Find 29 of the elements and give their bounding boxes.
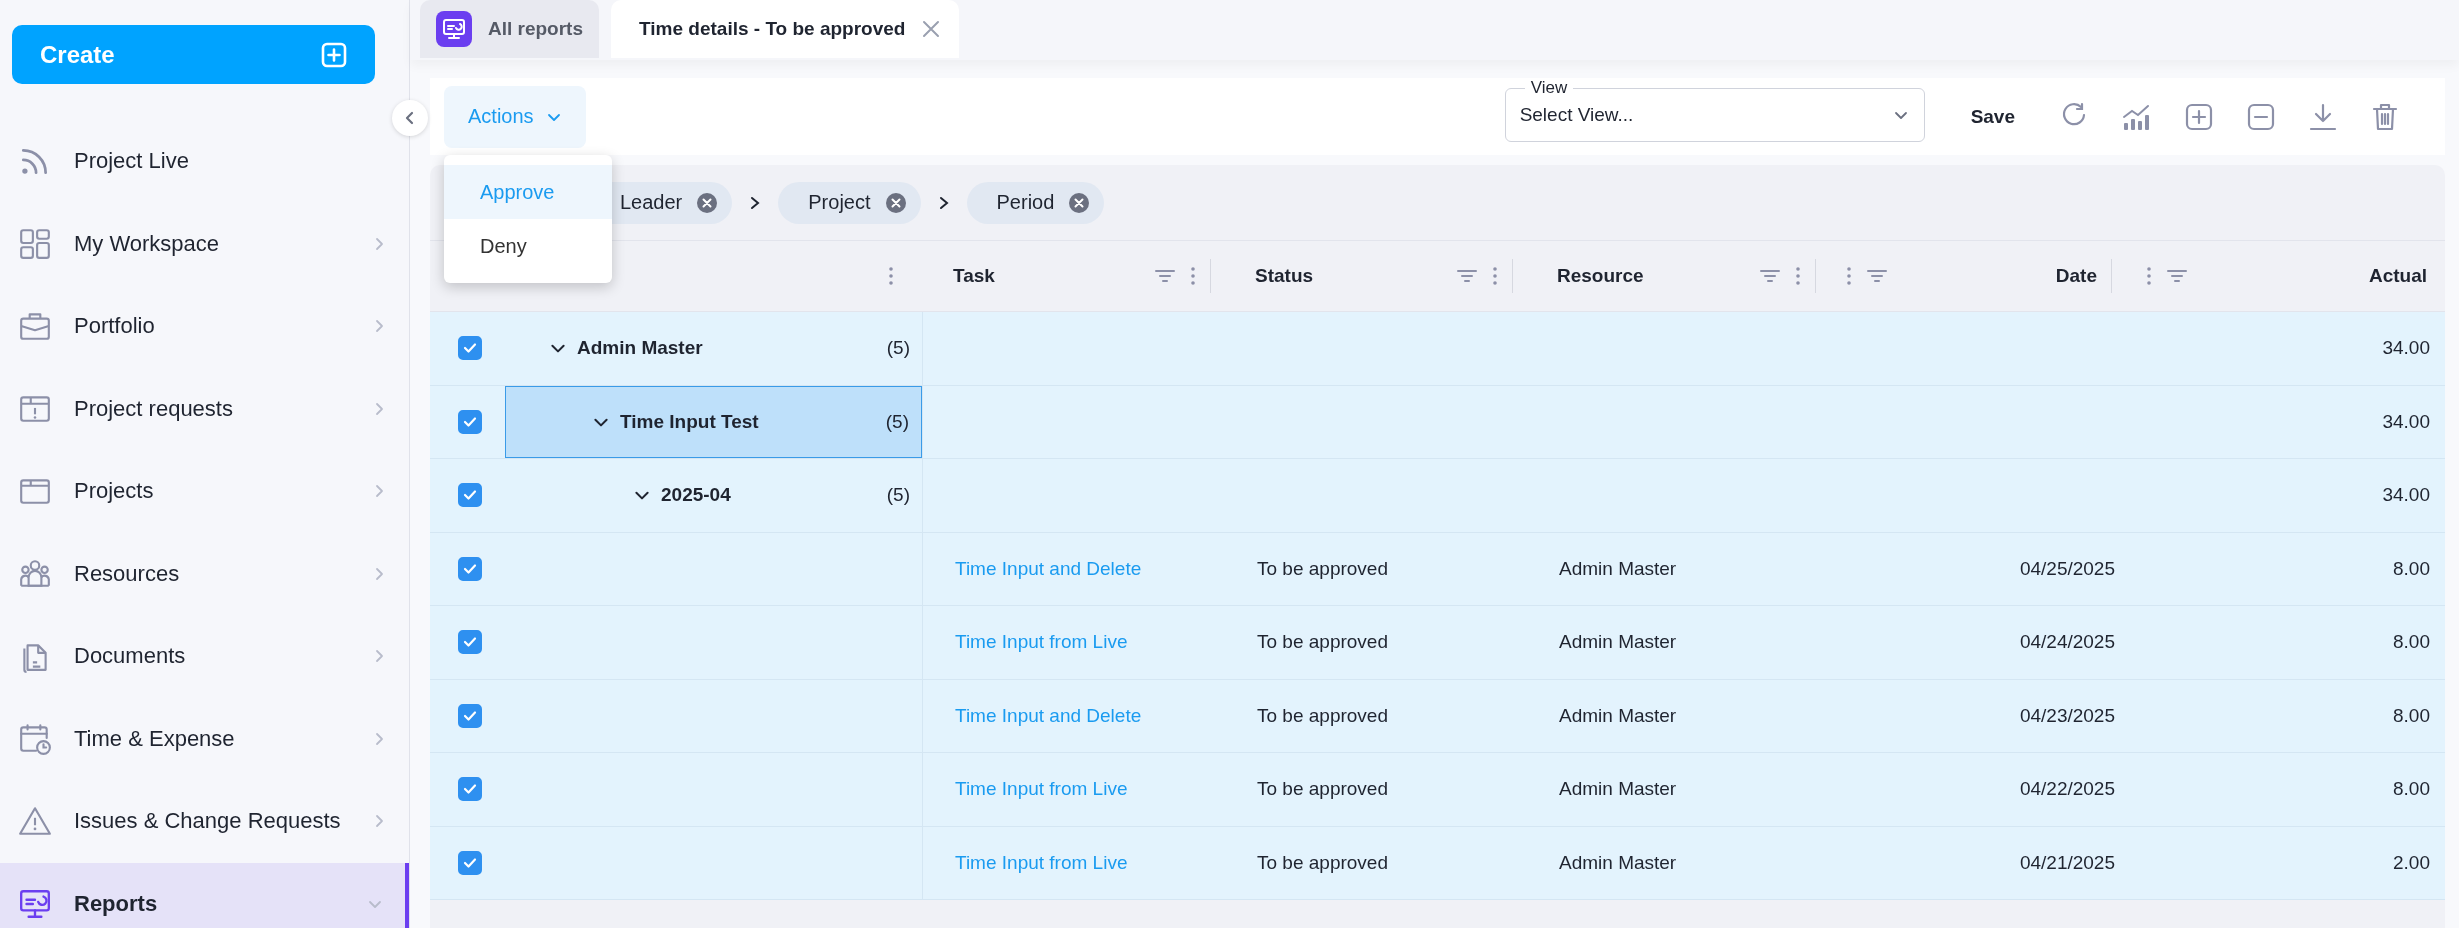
table-cell: 8.00 bbox=[2393, 778, 2430, 801]
table-cell: To be approved bbox=[1257, 557, 1388, 580]
table-cell: 04/21/2025 bbox=[2019, 851, 2115, 874]
table-cell: 04/25/2025 bbox=[2019, 557, 2115, 580]
table-cell: 8.00 bbox=[2393, 557, 2430, 580]
table-cell: To be approved bbox=[1257, 704, 1388, 727]
table-cell: Admin Master bbox=[1559, 778, 1677, 801]
table-cell: Admin Master bbox=[1559, 557, 1677, 580]
group-label: Time Input Test bbox=[620, 410, 760, 433]
table-cell: 34.00 bbox=[2382, 337, 2430, 360]
table-cell: To be approved bbox=[1257, 631, 1388, 654]
table-cell: 34.00 bbox=[2382, 410, 2430, 433]
table-cell: To be approved bbox=[1257, 851, 1388, 874]
table-cell: 34.00 bbox=[2382, 484, 2430, 507]
group-count: (5) bbox=[886, 484, 910, 507]
table-cell: 8.00 bbox=[2393, 704, 2430, 727]
table-cell: 04/22/2025 bbox=[2019, 778, 2115, 801]
table-cell: 8.00 bbox=[2393, 631, 2430, 654]
table-cell: Admin Master bbox=[1559, 704, 1677, 727]
table-cell: To be approved bbox=[1257, 778, 1388, 801]
table-cell: 04/24/2025 bbox=[2019, 631, 2115, 654]
group-count: (5) bbox=[886, 337, 910, 360]
group-label: 2025-04 bbox=[661, 484, 732, 507]
group-count: (5) bbox=[885, 410, 909, 433]
table-cell: 04/23/2025 bbox=[2019, 704, 2115, 727]
table-cell: Admin Master bbox=[1559, 631, 1677, 654]
group-label: Admin Master bbox=[577, 337, 704, 360]
table-cell: 2.00 bbox=[2393, 851, 2430, 874]
table-cell: Admin Master bbox=[1559, 851, 1677, 874]
